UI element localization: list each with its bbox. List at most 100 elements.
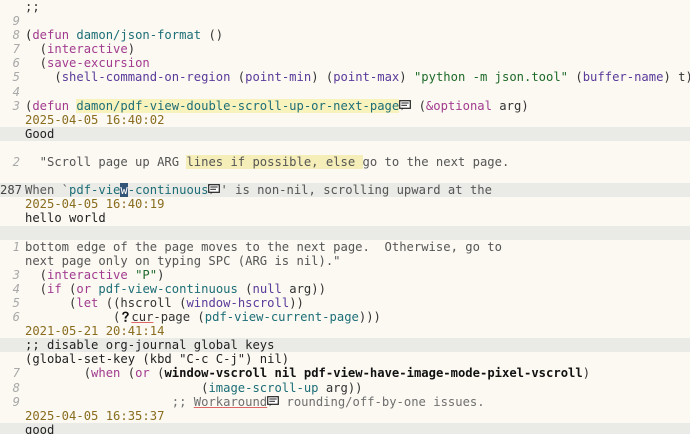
code-token: ( (25, 56, 48, 71)
code-line[interactable] (0, 141, 690, 155)
line-number: 6 (12, 310, 20, 325)
annotation-date-line[interactable]: 2025-04-05 16:35:37 (0, 409, 690, 423)
line-number: 9 (12, 394, 20, 409)
code-token: arg)) (281, 281, 326, 296)
code-token: ( (411, 98, 426, 113)
code-token: let (76, 295, 99, 310)
annotation-date: 2025-04-05 16:40:02 (25, 112, 165, 127)
code-token: pdf-view-current-page (204, 310, 359, 325)
code-line[interactable]: 5 (shell-command-on-region (point-min) (… (0, 70, 690, 84)
line-number: 287 (0, 183, 23, 198)
code-line[interactable] (0, 169, 690, 183)
annotation-date-line[interactable]: 2025-04-05 16:40:02 (0, 113, 690, 127)
code-token: "P" (135, 267, 158, 282)
line-number: 5 (12, 295, 20, 310)
code-token: cur (131, 310, 154, 325)
annotation-text-line[interactable]: good (0, 422, 690, 434)
question-icon[interactable] (120, 311, 131, 323)
code-line[interactable]: 6 (cur-page (pdf-view-current-page))) (0, 310, 690, 324)
code-line[interactable]: 3 (interactive "P") (0, 268, 690, 282)
code-token: or (135, 366, 150, 381)
code-token: point-min (245, 70, 312, 85)
code-token: bottom edge of the page moves to the nex… (25, 239, 502, 254)
code-line[interactable]: 4 (if (or pdf-view-continuous (null arg)… (0, 282, 690, 296)
code-token: damon/pdf-view-double-scroll-up-or-next-… (76, 98, 400, 113)
annotation-date-line[interactable]: 2025-04-05 16:40:19 (0, 197, 690, 211)
code-token: ( (568, 70, 583, 85)
code-token: pdf-vie (69, 183, 121, 198)
code-token: pdf-view-continuous (98, 281, 238, 296)
code-token: "Scroll page up ARG (25, 155, 187, 170)
code-token: image-scroll-up (208, 380, 319, 395)
code-token: interactive (47, 267, 128, 282)
annotation-text: (global-set-key (kbd "C-c C-j") nil) (25, 352, 290, 367)
code-token: ( (25, 267, 48, 282)
code-token: next page only on typing SPC (ARG is nil… (25, 253, 341, 268)
code-token: ) t))) (663, 70, 690, 85)
code-token: ( (25, 42, 48, 57)
code-token: shell-command-on-region (61, 70, 231, 85)
code-line[interactable]: 9 (0, 14, 690, 28)
code-token: point-max (333, 70, 400, 85)
line-number: 6 (12, 56, 20, 71)
code-token: go to the next page. (362, 155, 510, 170)
code-token: when (91, 366, 121, 381)
line-number: 5 (12, 70, 20, 85)
code-line[interactable]: 2 "Scroll page up ARG lines if possible,… (0, 155, 690, 170)
code-token: () (201, 28, 224, 43)
code-token: save-excursion (47, 56, 150, 71)
line-number: 8 (12, 28, 20, 43)
annotation-icon[interactable] (399, 99, 412, 111)
code-token: ( (25, 380, 209, 395)
code-line[interactable]: 8 (defun damon/json-format () (0, 28, 690, 42)
code-line[interactable]: 9 ;; Workaround rounding/off-by-one issu… (0, 395, 690, 409)
code-token: ( (230, 70, 246, 85)
code-token: arg) (491, 98, 529, 113)
code-line[interactable]: 1 bottom edge of the page moves to the ne… (0, 240, 690, 254)
annotation-icon[interactable] (208, 184, 221, 195)
annotation-text: ;; disable org-journal global keys (25, 338, 275, 353)
code-line[interactable]: 7 (interactive) (0, 42, 690, 56)
code-token: ) ( (311, 70, 334, 85)
line-number: 7 (12, 42, 20, 57)
code-line[interactable]: 3 (defun damon/pdf-view-double-scroll-up-… (0, 98, 690, 113)
annotation-text-line[interactable]: Good (0, 126, 690, 141)
annotation-icon[interactable] (267, 395, 280, 407)
code-token: rounding/off-by-one issues. (279, 394, 485, 409)
line-number: 3 (12, 267, 20, 282)
annotation-text: hello world (25, 211, 106, 226)
code-token: defun (32, 28, 70, 43)
code-line[interactable]: 8 (image-scroll-up arg)) (0, 381, 690, 395)
code-line[interactable]: ;; (0, 0, 690, 14)
code-line[interactable]: 7 (when (or (window-vscroll nil pdf-view… (0, 366, 690, 380)
line-number: 7 (12, 366, 20, 381)
code-token: arg)) (318, 380, 363, 395)
code-token: damon/json-format (76, 28, 202, 43)
code-token: ' is non-nil, scrolling upward at the (220, 183, 492, 198)
code-token: ( (25, 366, 92, 381)
code-token: null (252, 281, 282, 296)
text-cursor: w (120, 183, 128, 198)
code-token: defun (32, 98, 70, 113)
code-line[interactable]: 287 When `pdf-view-continuous ' is non-nil… (0, 183, 690, 198)
annotation-text-line[interactable]: (global-set-key (kbd "C-c C-j") nil) (0, 352, 690, 366)
code-token: ( (25, 70, 62, 85)
code-line[interactable]: next page only on typing SPC (ARG is nil… (0, 254, 690, 268)
code-token: or (76, 281, 92, 296)
code-line[interactable]: 5 (let ((hscroll (window-hscroll)) (0, 296, 690, 310)
annotation-text-line[interactable]: ;; disable org-journal global keys (0, 338, 690, 353)
code-line[interactable]: 4 (0, 85, 690, 99)
code-token: ))) (358, 310, 381, 325)
code-token: window-vscroll nil pdf-view-have-image-m… (164, 366, 583, 381)
code-token: ;; (25, 394, 194, 409)
annotation-date-line[interactable]: 2021-05-21 20:41:14 (0, 324, 690, 338)
annotation-text-line[interactable]: hello world (0, 211, 690, 225)
code-token: &optional (425, 98, 492, 113)
code-line[interactable] (0, 225, 690, 240)
annotation-text: good (25, 422, 55, 434)
code-editor[interactable]: ;; 9 8 (defun damon/json-format () 7 (intera… (0, 0, 690, 434)
line-number: 2 (12, 155, 20, 170)
code-token: ( (237, 281, 253, 296)
code-line[interactable]: 6 (save-excursion (0, 56, 690, 70)
